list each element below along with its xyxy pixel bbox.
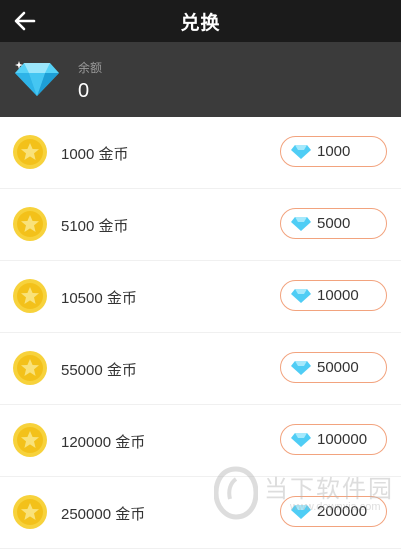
top-bar: 兑换 <box>0 0 401 42</box>
diamond-icon <box>291 504 311 519</box>
diamond-icon <box>291 432 311 447</box>
diamond-icon <box>291 216 311 231</box>
page-title: 兑换 <box>180 12 221 34</box>
coin-icon <box>13 207 47 241</box>
gold-amount: 5100 金币 <box>61 218 129 235</box>
exchange-row: 120000 金币 100000 <box>0 405 401 477</box>
diamond-cost: 50000 <box>317 359 359 376</box>
diamond-cost: 200000 <box>317 503 368 520</box>
exchange-button[interactable]: 10000 <box>280 280 387 311</box>
diamond-cost: 1000 <box>317 143 351 160</box>
diamond-icon <box>15 61 59 96</box>
coin-icon <box>13 351 47 385</box>
diamond-icon <box>291 360 311 375</box>
balance-value: 0 <box>78 80 90 102</box>
balance-label: 余额 <box>78 61 103 75</box>
balance-panel: 余额 0 <box>0 42 401 117</box>
exchange-row: 10500 金币 10000 <box>0 261 401 333</box>
diamond-icon <box>291 288 311 303</box>
coin-icon <box>13 135 47 169</box>
coin-icon <box>13 495 47 529</box>
diamond-cost: 10000 <box>317 287 359 304</box>
exchange-button[interactable]: 1000 <box>280 136 387 167</box>
gold-amount: 1000 金币 <box>61 146 129 163</box>
diamond-icon <box>291 144 311 159</box>
arrow-left-icon <box>14 11 36 31</box>
exchange-row: 250000 金币 200000 <box>0 477 401 549</box>
exchange-button[interactable]: 200000 <box>280 496 387 527</box>
exchange-button[interactable]: 100000 <box>280 424 387 455</box>
coin-icon <box>13 279 47 313</box>
exchange-button[interactable]: 5000 <box>280 208 387 239</box>
gold-amount: 55000 金币 <box>61 362 137 379</box>
exchange-list: 1000 金币 1000 5100 金币 5000 10500 金币 10000… <box>0 117 401 549</box>
exchange-row: 1000 金币 1000 <box>0 117 401 189</box>
diamond-cost: 5000 <box>317 215 351 232</box>
diamond-cost: 100000 <box>317 431 368 448</box>
exchange-row: 55000 金币 50000 <box>0 333 401 405</box>
exchange-row: 5100 金币 5000 <box>0 189 401 261</box>
gold-amount: 120000 金币 <box>61 434 146 451</box>
coin-icon <box>13 423 47 457</box>
back-button[interactable] <box>12 8 38 34</box>
gold-amount: 10500 金币 <box>61 290 137 307</box>
exchange-button[interactable]: 50000 <box>280 352 387 383</box>
gold-amount: 250000 金币 <box>61 506 146 523</box>
